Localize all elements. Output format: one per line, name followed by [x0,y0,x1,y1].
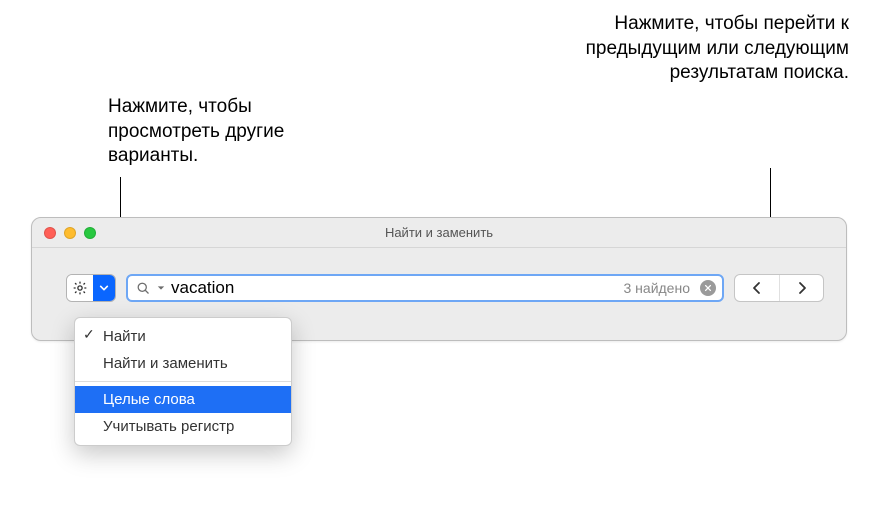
previous-result-button[interactable] [735,275,779,301]
find-options-menu: Найти Найти и заменить Целые слова Учиты… [74,317,292,446]
results-count-label: 3 найдено [624,280,691,296]
menu-item-match-case[interactable]: Учитывать регистр [75,413,291,440]
menu-item-label: Найти [103,328,146,345]
menu-item-find-replace[interactable]: Найти и заменить [75,350,291,377]
callout-options: Нажмите, чтобы просмотреть другие вариан… [108,95,368,169]
zoom-window-button[interactable] [84,227,96,239]
chevron-down-icon [93,275,115,301]
menu-item-label: Целые слова [103,391,195,408]
next-result-button[interactable] [779,275,823,301]
menu-separator [75,381,291,382]
window-controls [44,227,96,239]
close-window-button[interactable] [44,227,56,239]
clear-search-button[interactable] [700,280,716,296]
titlebar: Найти и заменить [32,218,846,248]
menu-item-whole-words[interactable]: Целые слова [75,386,291,413]
callout-nav: Нажмите, чтобы перейти к предыдущим или … [549,12,849,86]
search-icon [136,281,151,296]
find-settings-button[interactable] [66,274,116,302]
menu-item-label: Учитывать регистр [103,418,234,435]
menu-item-find[interactable]: Найти [75,323,291,350]
search-input[interactable] [171,278,618,298]
minimize-window-button[interactable] [64,227,76,239]
menu-item-label: Найти и заменить [103,355,228,372]
search-history-dropdown-icon[interactable] [157,284,165,292]
gear-icon [67,275,93,301]
find-toolbar: 3 найдено [32,248,846,302]
result-nav-group [734,274,824,302]
panel-title: Найти и заменить [32,225,846,240]
search-field-wrap: 3 найдено [126,274,724,302]
